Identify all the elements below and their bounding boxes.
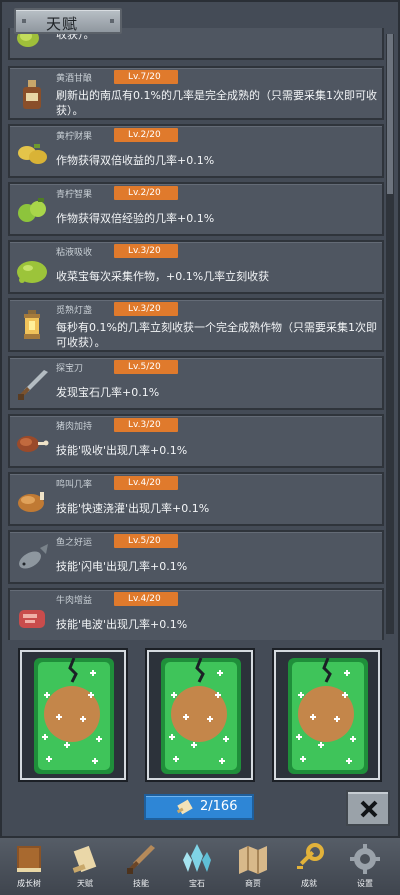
level-badge: Lv.3/20 [114, 418, 178, 432]
talent-point-counter[interactable]: 2/166 [144, 794, 254, 820]
talent-desc: 技能'电波'出现几率+0.1% [56, 618, 188, 631]
talent-card[interactable]: 鱼之好运 Lv.5/20 技能'闪电'出现几率+0.1% [8, 530, 384, 584]
steak-icon [14, 598, 50, 634]
talent-name: 黄柠财果 [56, 132, 93, 142]
slime-icon [14, 250, 50, 286]
nav-item-settings[interactable]: 设置 [340, 842, 390, 894]
roast-chicken-icon [14, 482, 50, 518]
lantern-icon [14, 308, 50, 344]
level-badge: Lv.5/20 [114, 360, 178, 374]
seed-packet-icon [34, 658, 114, 774]
talent-desc: 技能'吸收'出现几率+0.1% [56, 444, 188, 457]
seed-packet-icon [161, 658, 241, 774]
talent-card[interactable]: 黄酒甘酿 Lv.7/20 刷新出的南瓜有0.1%的几率是完全成熟的（只需要采集1… [8, 66, 384, 120]
close-icon [360, 800, 378, 818]
level-badge: Lv.4/20 [114, 592, 178, 606]
nav-item-achievements[interactable]: 成就 [284, 842, 334, 894]
fish-icon [14, 540, 50, 576]
level-badge: Lv.7/20 [114, 70, 178, 84]
dagger-icon [14, 366, 50, 402]
talent-desc: 作物获得双倍收益的几率+0.1% [56, 154, 215, 167]
talent-desc: 收菜宝每次采集作物，+0.1%几率立刻收获 [56, 270, 270, 283]
talent-name: 猪肉加持 [56, 422, 93, 432]
list-scrollbar[interactable] [386, 34, 394, 634]
level-badge: Lv.2/20 [114, 186, 178, 200]
talent-name: 觅熟灯盏 [56, 306, 93, 316]
crystal-icon [183, 844, 211, 872]
green-lime-icon [14, 192, 50, 228]
nav-item-skills[interactable]: 技能 [116, 842, 166, 894]
scroll-icon [176, 799, 193, 815]
talent-card[interactable]: 黄柠财果 Lv.2/20 作物获得双倍收益的几率+0.1% [8, 124, 384, 178]
talent-name: 鸣叫几率 [56, 480, 93, 490]
nav-item-gems[interactable]: 宝石 [172, 842, 222, 894]
level-badge: Lv.2/20 [114, 128, 178, 142]
talent-name: 粘液吸收 [56, 248, 93, 258]
wine-bottle-icon [14, 76, 50, 112]
yellow-lemon-icon [14, 134, 50, 170]
book-icon [17, 846, 41, 872]
nav-item-growth-tree[interactable]: 成长树 [4, 842, 54, 894]
counter-value: 2/166 [200, 799, 238, 814]
map-icon [239, 846, 267, 874]
sword-icon [127, 845, 155, 874]
seed-slot[interactable] [145, 648, 255, 782]
scroll-icon [72, 845, 97, 873]
level-badge: Lv.4/20 [114, 476, 178, 490]
nav-label: 成就 [301, 879, 317, 888]
talent-desc: 作物获得双倍经验的几率+0.1% [56, 212, 215, 225]
talent-card[interactable]: 粘液吸收 Lv.3/20 收菜宝每次采集作物，+0.1%几率立刻收获 [8, 240, 384, 294]
talent-list[interactable]: 刷新出的包心菜有0.1%的几率是完全成熟的（只需要采集1次即可收获）。 黄酒甘酿… [8, 28, 384, 640]
talent-card[interactable]: 鸣叫几率 Lv.4/20 技能'快速浇灌'出现几率+0.1% [8, 472, 384, 526]
key-icon [297, 843, 324, 869]
nav-item-talent[interactable]: 天赋 [60, 842, 110, 894]
talent-name: 鱼之好运 [56, 538, 93, 548]
talent-desc: 发现宝石几率+0.1% [56, 386, 160, 399]
talent-name: 青柠智果 [56, 190, 93, 200]
seed-slot[interactable] [272, 648, 382, 782]
nav-label: 设置 [357, 879, 373, 888]
talent-name: 探宝刀 [56, 364, 84, 374]
level-badge: Lv.3/20 [114, 244, 178, 258]
nav-label: 成长树 [17, 879, 41, 888]
meat-leg-icon [14, 424, 50, 460]
talent-name: 牛肉增益 [56, 596, 93, 606]
level-badge: Lv.3/20 [114, 302, 178, 316]
seed-slot[interactable] [18, 648, 128, 782]
talent-card[interactable]: 猪肉加持 Lv.3/20 技能'吸收'出现几率+0.1% [8, 414, 384, 468]
title-tab: 天赋 [14, 8, 122, 34]
nav-label: 宝石 [189, 879, 205, 888]
seed-packet-icon [288, 658, 368, 774]
nav-label: 技能 [133, 879, 149, 888]
page-title: 天赋 [46, 15, 79, 33]
scrollbar-thumb[interactable] [387, 34, 393, 194]
talent-card[interactable]: 牛肉增益 Lv.4/20 技能'电波'出现几率+0.1% [8, 588, 384, 640]
talent-name: 黄酒甘酿 [56, 74, 93, 84]
nav-label: 商贾 [245, 879, 261, 888]
level-badge: Lv.5/20 [114, 534, 178, 548]
talent-card[interactable]: 探宝刀 Lv.5/20 发现宝石几率+0.1% [8, 356, 384, 410]
bottom-nav: 成长树 天赋 技能 宝石 商贾 成就 设置 [0, 836, 400, 895]
gear-icon [350, 844, 380, 874]
talent-desc: 技能'闪电'出现几率+0.1% [56, 560, 188, 573]
talent-card[interactable]: 青柠智果 Lv.2/20 作物获得双倍经验的几率+0.1% [8, 182, 384, 236]
talent-desc: 每秒有0.1%的几率立刻收获一个完全成熟作物（只需要采集1次即可收获）。 [56, 321, 377, 349]
talent-desc: 技能'快速浇灌'出现几率+0.1% [56, 502, 210, 515]
talent-desc: 刷新出的南瓜有0.1%的几率是完全成熟的（只需要采集1次即可收获）。 [56, 89, 377, 117]
talent-card[interactable]: 觅熟灯盏 Lv.3/20 每秒有0.1%的几率立刻收获一个完全成熟作物（只需要采… [8, 298, 384, 352]
nav-label: 天赋 [77, 879, 93, 888]
close-button[interactable] [346, 790, 390, 826]
nav-item-merchant[interactable]: 商贾 [228, 842, 278, 894]
